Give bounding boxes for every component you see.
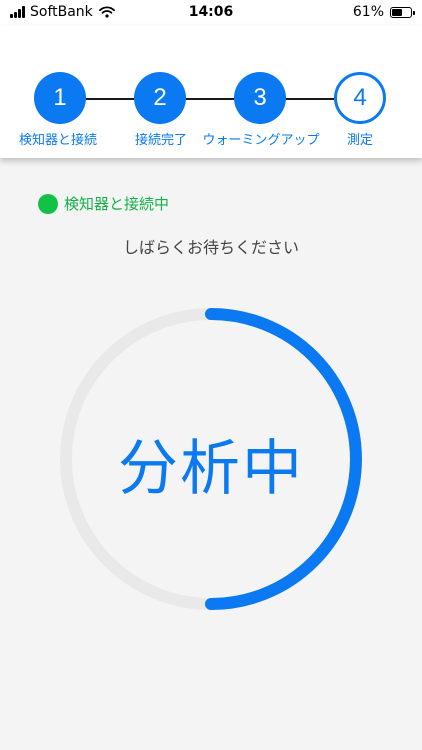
battery-fill — [392, 8, 402, 16]
step-3-circle: 3 — [234, 72, 286, 124]
battery-icon — [390, 6, 415, 18]
step-connector — [286, 98, 334, 100]
step-header: 1 2 3 4 検知器と接続 接続完了 ウォーミングアップ 測定 — [0, 26, 422, 158]
status-right: 61% — [352, 4, 415, 20]
step-3-label: ウォーミングアップ — [202, 133, 320, 148]
wait-message: しばらくお待ちください — [122, 238, 299, 257]
step-1-circle: 1 — [34, 72, 86, 124]
step-2-label: 接続完了 — [134, 133, 188, 148]
step-2-circle: 2 — [134, 72, 186, 124]
status-bar: SoftBank 14:06 61% — [0, 0, 422, 26]
step-connector — [86, 98, 134, 100]
connection-status-text: 検知器と接続中 — [64, 195, 170, 213]
step-4-label: 測定 — [346, 133, 374, 148]
connection-status: 検知器と接続中 — [38, 193, 169, 214]
analyzing-label: 分析中 — [118, 434, 304, 504]
step-connector — [186, 98, 234, 100]
battery-percent: 61% — [352, 4, 384, 20]
step-4-circle: 4 — [334, 72, 386, 124]
connection-status-dot — [38, 193, 58, 214]
step-1-label: 検知器と接続 — [18, 133, 98, 148]
